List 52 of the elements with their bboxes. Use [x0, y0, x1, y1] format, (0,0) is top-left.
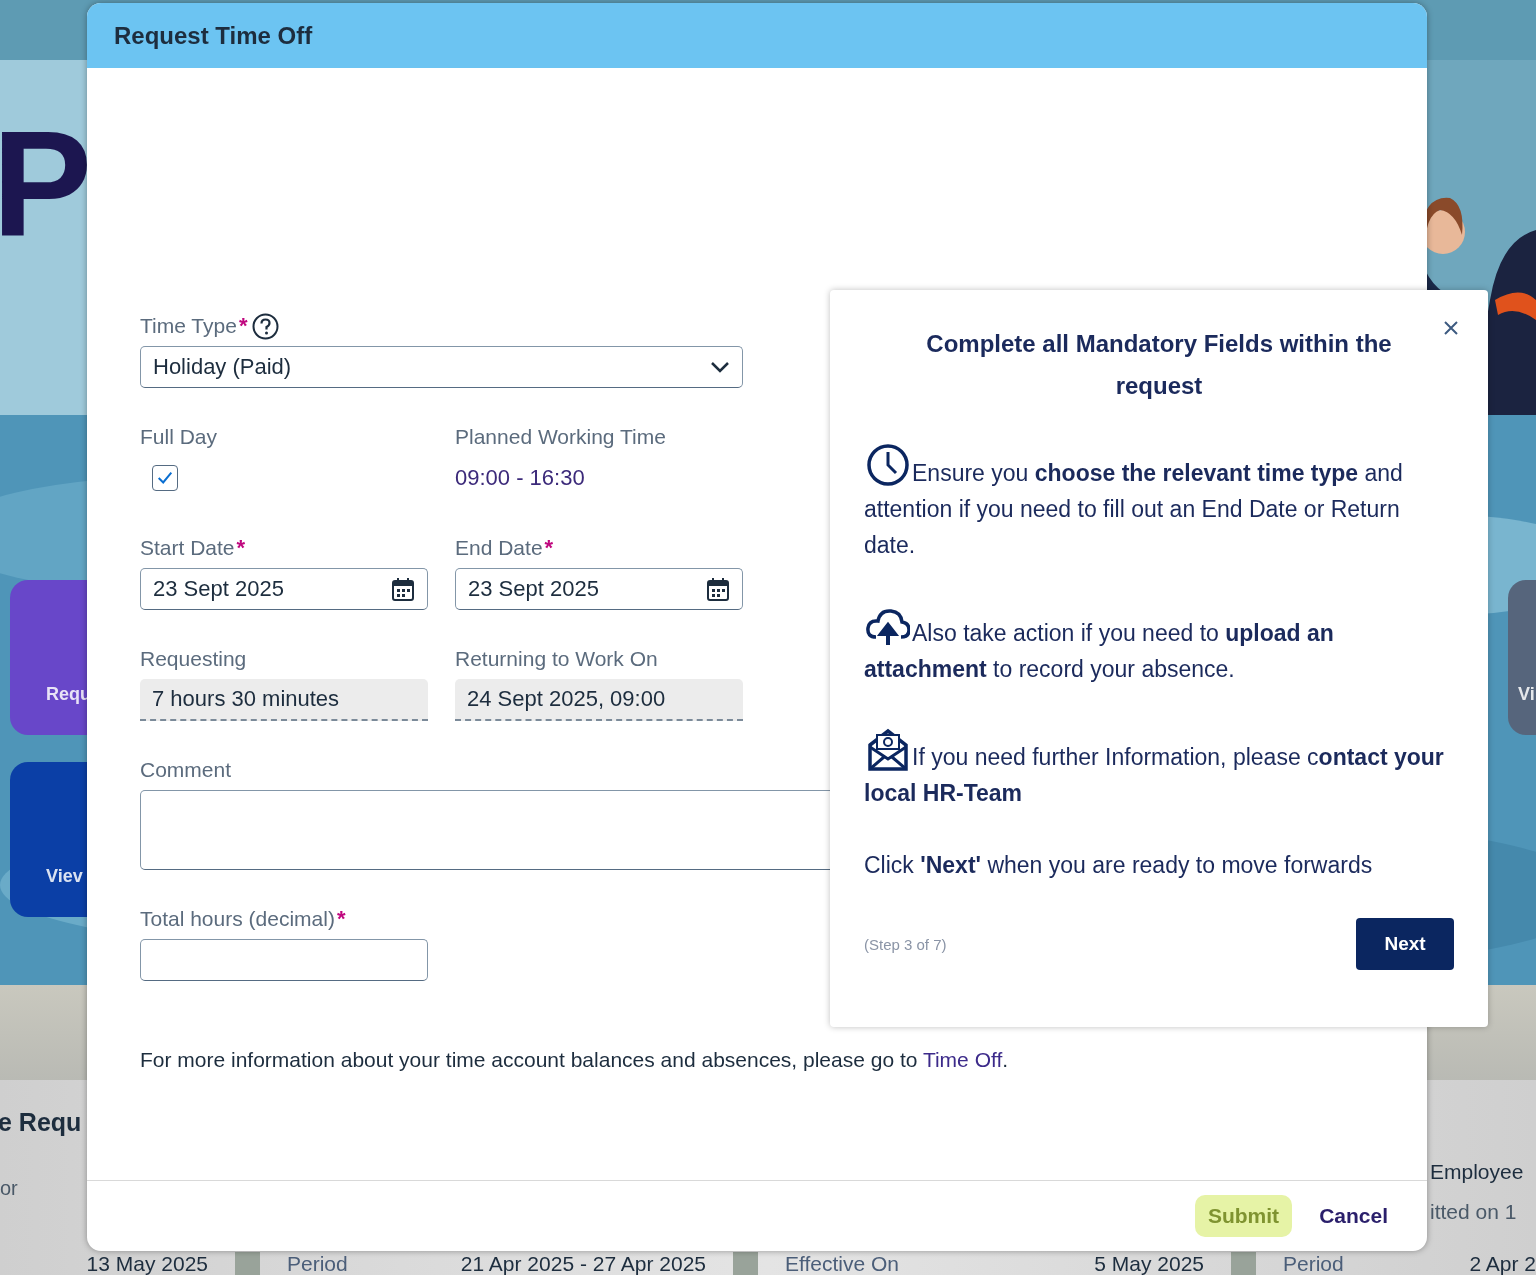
field-label: Time Type [140, 314, 237, 338]
date-field[interactable]: 23 Sept 2025 [455, 568, 743, 610]
field-label: Comment [140, 758, 232, 782]
clock-icon [866, 443, 910, 487]
readonly-field: 7 hours 30 minutes [140, 679, 428, 721]
tour-text: Ensure you choose the relevant time type and attention if you need to fill out an End Date or Return date. [864, 443, 1454, 563]
required-mark: * [238, 313, 248, 339]
date-field[interactable]: 23 Sept 2025 [140, 568, 428, 610]
time-off-link[interactable]: Time Off [922, 1048, 1003, 1071]
field-label: Full Day [140, 425, 218, 449]
tour-text: If you need further Information, please contact your local HR-Team [864, 727, 1454, 811]
dialog-title: Request Time Off [114, 21, 313, 50]
app-tile[interactable]: Vi [1508, 580, 1536, 735]
envelope-icon [866, 727, 910, 771]
checkbox[interactable] [152, 465, 178, 491]
calendar-icon[interactable] [706, 576, 730, 602]
section-text: or [0, 1177, 19, 1200]
card-value: 5 May 2025 [1094, 1251, 1204, 1275]
chevron-down-icon [710, 361, 730, 373]
card-value: 2 Apr 2 [1469, 1251, 1536, 1275]
field-label: Total hours (decimal) [140, 907, 335, 931]
help-icon[interactable] [252, 312, 280, 340]
card-label: Effective On [785, 1251, 899, 1275]
card-text: itted on 1 [1430, 1200, 1518, 1224]
required-mark: * [544, 535, 554, 561]
card-text: Employee [1430, 1160, 1525, 1184]
info-text: For more information about your time account balances and absences, please go to Time Off. [140, 1048, 1010, 1072]
input-field[interactable] [140, 939, 428, 981]
readonly-field: 24 Sept 2025, 09:00 [455, 679, 743, 721]
field-label: Returning to Work On [455, 647, 658, 671]
cancel-button[interactable]: Cancel [1306, 1195, 1401, 1237]
tour-text: Click 'Next' when you are ready to move forwards [864, 851, 1374, 880]
tour-text: Also take action if you need to upload an attachment to record your absence. [864, 603, 1454, 687]
required-mark: * [336, 906, 346, 932]
field-value: 09:00 - 16:30 [455, 464, 586, 492]
next-button[interactable]: Next [1356, 918, 1454, 970]
field-label: Planned Working Time [455, 425, 666, 449]
required-mark: * [236, 535, 246, 561]
calendar-icon[interactable] [391, 576, 415, 602]
card-value: 21 Apr 2025 - 27 Apr 2025 [460, 1251, 706, 1275]
dropdown[interactable]: Holiday (Paid) [140, 346, 743, 388]
field-label: Start Date [140, 536, 235, 560]
card-value: 13 May 2025 [86, 1251, 208, 1275]
logo-text: P [0, 107, 93, 258]
card-label: Period [287, 1251, 348, 1275]
field-label: Requesting [140, 647, 247, 671]
card-label: Period [1283, 1251, 1344, 1275]
checkmark-icon [156, 469, 174, 487]
step-counter: (Step 3 of 7) [864, 935, 947, 953]
field-label: End Date [455, 536, 543, 560]
tour-title: Complete all Mandatory Fields within the request [925, 329, 1393, 401]
app-tile[interactable]: Viev [10, 762, 87, 917]
